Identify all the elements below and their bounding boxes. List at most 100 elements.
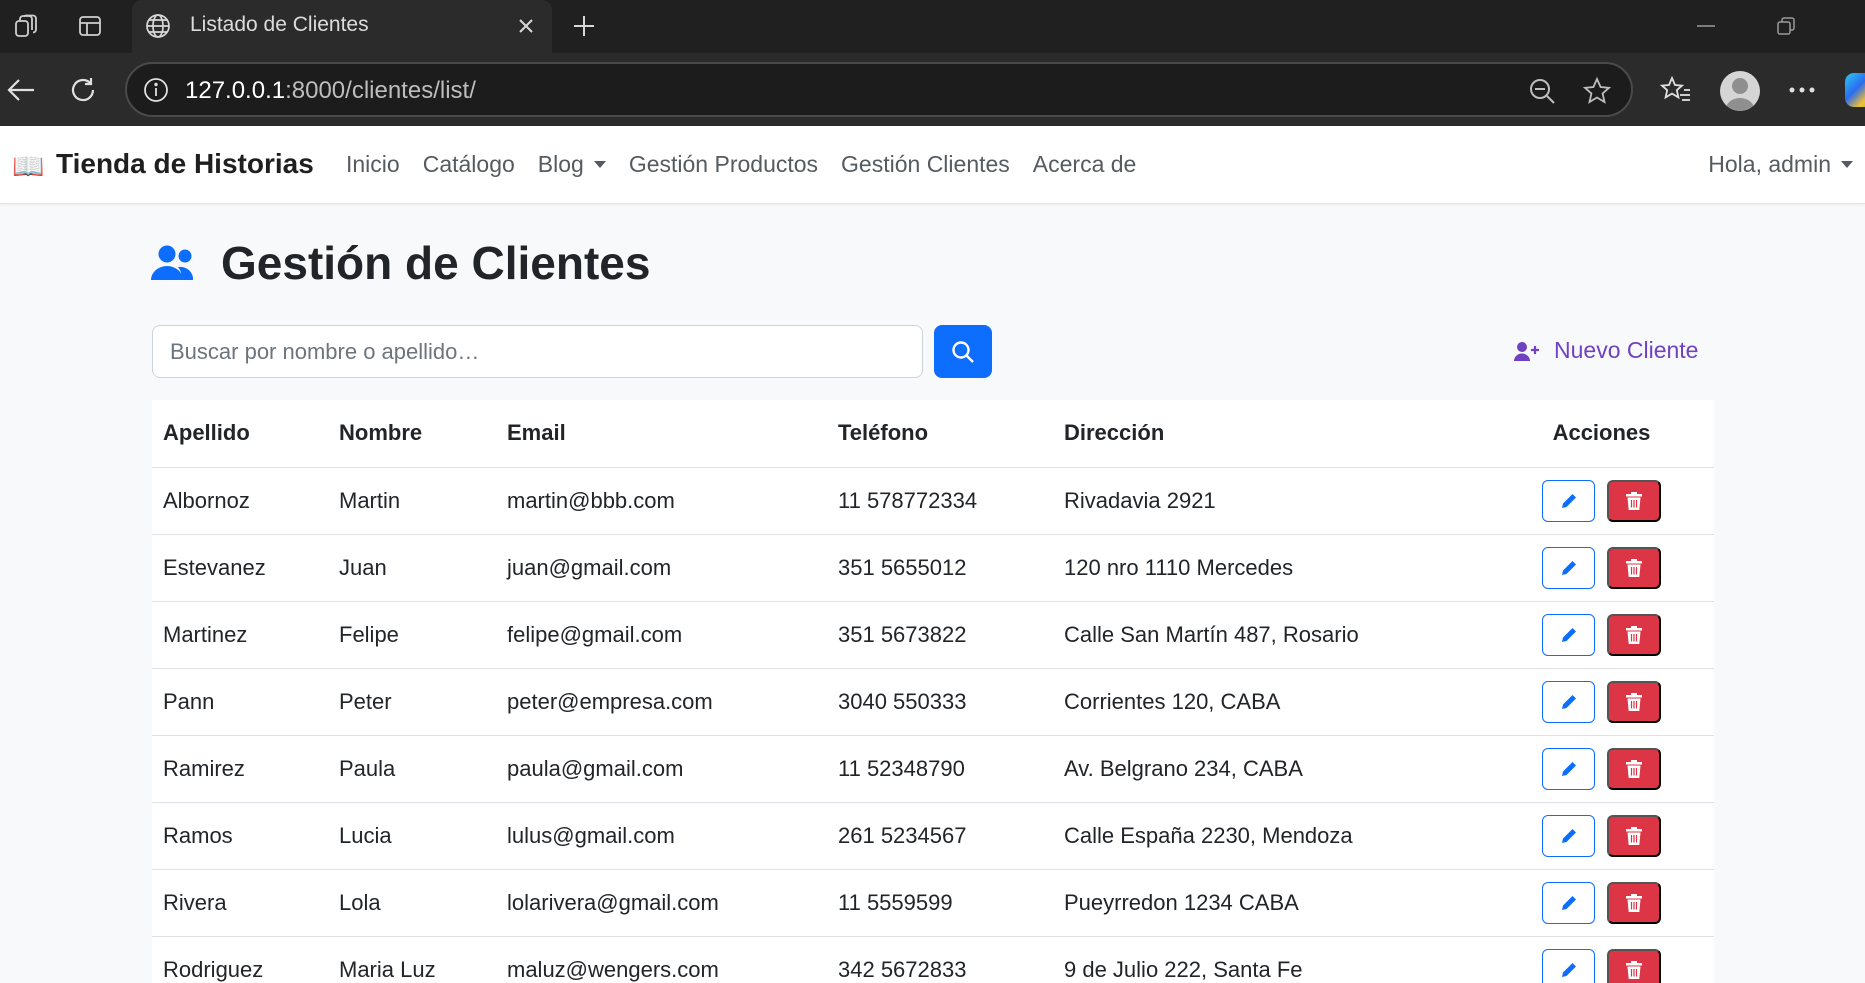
cell-apellido: Estevanez [152,534,328,602]
site-navbar: 📖 Tienda de Historias Inicio Catálogo Bl… [0,126,1865,204]
delete-button[interactable] [1607,948,1661,983]
trash-icon [1626,558,1642,577]
trash-icon [1626,625,1642,644]
cell-apellido: Martinez [152,601,328,669]
cell-email: juan@gmail.com [496,534,827,602]
clients-table-container: Apellido Nombre Email Teléfono Dirección… [152,400,1714,983]
nav-link-acerca-de[interactable]: Acerca de [1033,151,1137,178]
nav-link-gestion-clientes[interactable]: Gestión Clientes [841,151,1010,178]
trash-icon [1626,960,1642,979]
cell-email: lolarivera@gmail.com [496,869,827,937]
nav-link-gestion-productos[interactable]: Gestión Productos [629,151,818,178]
delete-button[interactable] [1607,881,1661,924]
edit-button[interactable] [1542,881,1595,924]
cell-direccion: Calle San Martín 487, Rosario [1053,601,1489,669]
zoom-out-icon[interactable] [1525,74,1559,108]
workspaces-icon[interactable] [10,10,42,42]
cell-apellido: Ramirez [152,735,328,803]
cell-email: felipe@gmail.com [496,601,827,669]
trash-icon [1626,826,1642,845]
search-input[interactable] [152,325,923,378]
more-options-icon[interactable] [1781,69,1823,111]
clients-table: Apellido Nombre Email Teléfono Dirección… [152,400,1714,983]
trash-icon [1626,692,1642,711]
browser-tab-bar: Listado de Clientes [0,0,1865,53]
column-header-acciones: Acciones [1489,400,1714,468]
edit-button[interactable] [1542,479,1595,522]
row-actions [1489,814,1714,857]
edit-button[interactable] [1542,814,1595,857]
site-info-icon[interactable] [141,75,171,105]
column-header-direccion: Dirección [1053,400,1489,468]
cell-nombre: Juan [328,534,496,602]
cell-telefono: 261 5234567 [827,802,1053,870]
table-row: Albornoz Martin martin@bbb.com 11 578772… [152,467,1714,535]
vertical-tabs-icon[interactable] [74,10,106,42]
cell-nombre: Peter [328,668,496,736]
cell-acciones [1489,668,1714,736]
new-tab-icon[interactable] [566,8,602,44]
user-dropdown[interactable]: Hola, admin [1708,151,1853,178]
nav-dropdown-blog[interactable]: Blog [538,151,606,178]
new-client-button[interactable]: Nuevo Cliente [1514,337,1698,364]
cell-nombre: Martin [328,467,496,535]
restore-icon[interactable] [1763,8,1809,44]
cell-apellido: Rodriguez [152,936,328,983]
cell-email: martin@bbb.com [496,467,827,535]
cell-direccion: Corrientes 120, CABA [1053,668,1489,736]
pencil-icon [1561,493,1576,508]
url-text[interactable]: 127.0.0.1:8000/clientes/list/ [185,77,476,105]
cell-nombre: Maria Luz [328,936,496,983]
cell-nombre: Paula [328,735,496,803]
pencil-icon [1561,560,1576,575]
cell-nombre: Lola [328,869,496,937]
brand-link[interactable]: Tienda de Historias [56,148,314,180]
cell-direccion: Av. Belgrano 234, CABA [1053,735,1489,803]
tab-title: Listado de Clientes [190,13,369,36]
edit-button[interactable] [1542,613,1595,656]
address-bar[interactable]: 127.0.0.1:8000/clientes/list/ [125,62,1633,117]
delete-button[interactable] [1607,479,1661,522]
nav-link-inicio[interactable]: Inicio [346,151,400,178]
cell-acciones [1489,601,1714,669]
edit-button[interactable] [1542,948,1595,983]
cell-direccion: Calle España 2230, Mendoza [1053,802,1489,870]
edit-button[interactable] [1542,680,1595,723]
minimize-icon[interactable] [1683,8,1729,44]
trash-icon [1626,759,1642,778]
page-title: Gestión de Clientes [221,237,651,289]
reload-icon[interactable] [62,69,104,111]
search-button[interactable] [934,325,992,378]
cell-email: paula@gmail.com [496,735,827,803]
cell-telefono: 11 52348790 [827,735,1053,803]
pencil-icon [1561,895,1576,910]
back-icon[interactable] [0,69,42,111]
edit-button[interactable] [1542,747,1595,790]
table-row: Martinez Felipe felipe@gmail.com 351 567… [152,601,1714,669]
nav-link-catalogo[interactable]: Catálogo [423,151,515,178]
nav-link-blog-label: Blog [537,151,584,177]
cell-email: maluz@wengers.com [496,936,827,983]
edit-button[interactable] [1542,546,1595,589]
delete-button[interactable] [1607,747,1661,790]
delete-button[interactable] [1607,814,1661,857]
favorite-star-icon[interactable] [1580,74,1614,108]
active-tab[interactable]: Listado de Clientes [132,0,552,53]
column-header-apellido: Apellido [152,400,328,468]
delete-button[interactable] [1607,546,1661,589]
table-row: Rivera Lola lolarivera@gmail.com 11 5559… [152,869,1714,937]
close-tab-icon[interactable] [510,10,542,42]
cell-nombre: Felipe [328,601,496,669]
cell-nombre: Lucia [328,802,496,870]
cell-telefono: 342 5672833 [827,936,1053,983]
row-actions [1489,479,1714,522]
profile-avatar[interactable] [1720,71,1760,111]
delete-button[interactable] [1607,613,1661,656]
row-actions [1489,613,1714,656]
pencil-icon [1561,627,1576,642]
cell-apellido: Rivera [152,869,328,937]
cell-telefono: 11 578772334 [827,467,1053,535]
delete-button[interactable] [1607,680,1661,723]
favorites-icon[interactable] [1655,69,1697,111]
copilot-icon[interactable] [1845,73,1865,107]
